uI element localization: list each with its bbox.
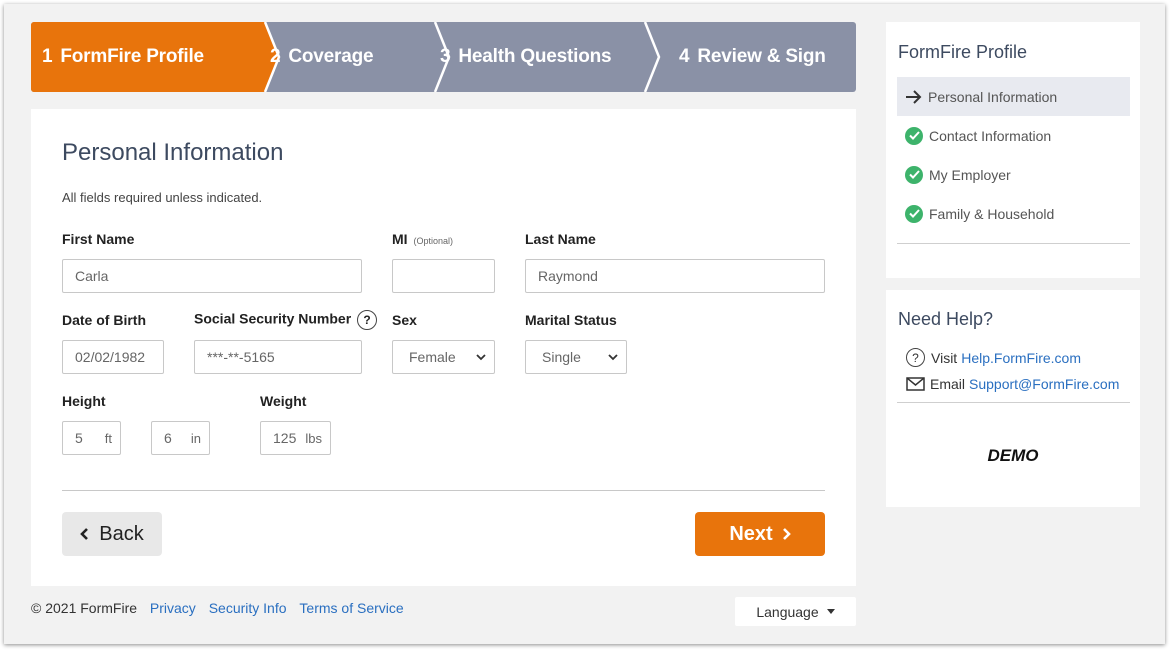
personal-info-card: Personal Information All fields required…	[31, 109, 856, 586]
height-label: Height	[62, 393, 106, 409]
copyright: © 2021 FormFire	[31, 600, 138, 616]
step-number: 2	[270, 46, 281, 67]
mi-input[interactable]	[392, 259, 495, 293]
step-coverage[interactable]: 2 Coverage	[270, 22, 374, 92]
marital-status-label: Marital Status	[525, 312, 617, 328]
inches-unit: in	[190, 431, 201, 446]
chevron-down-icon	[608, 353, 618, 360]
step-number: 3	[440, 46, 451, 67]
sidebar-item-personal-information[interactable]: Personal Information	[897, 77, 1130, 116]
chevron-down-icon	[476, 353, 486, 360]
marital-status-select[interactable]: Single	[525, 340, 627, 374]
sidebar-item-label: My Employer	[929, 166, 1011, 183]
step-label: Coverage	[288, 46, 374, 67]
ssn-label-text: Social Security Number	[194, 310, 352, 327]
required-note: All fields required unless indicated.	[62, 190, 263, 205]
sidebar-item-family-household[interactable]: Family & Household	[897, 194, 1130, 233]
weight-unit: lbs	[305, 431, 322, 446]
back-button[interactable]: Back	[62, 512, 162, 556]
next-label: Next	[729, 522, 773, 545]
mi-label-text: MI	[392, 231, 408, 247]
help-title: Need Help?	[898, 309, 994, 329]
height-feet-input[interactable]: 5 ft	[62, 421, 121, 455]
first-name-input[interactable]: Carla	[62, 259, 362, 293]
feet-unit: ft	[104, 431, 112, 446]
last-name-input[interactable]: Raymond	[525, 259, 825, 293]
optional-tag: (Optional)	[413, 236, 453, 246]
last-name-label: Last Name	[525, 231, 596, 247]
next-button[interactable]: Next	[695, 512, 825, 556]
weight-input[interactable]: 125 lbs	[260, 421, 331, 455]
question-circle-icon[interactable]: ?	[357, 310, 378, 330]
check-circle-icon	[905, 204, 923, 223]
sidebar-title: FormFire Profile	[898, 42, 1028, 62]
help-visit-row: ? Visit Help.FormFire.com	[906, 348, 1081, 367]
footer: © 2021 FormFire Privacy Security Info Te…	[31, 600, 404, 616]
sidebar-item-contact-information[interactable]: Contact Information	[897, 116, 1130, 155]
page-title: Personal Information	[62, 139, 284, 166]
help-email-row: Email Support@FormFire.com	[906, 376, 1119, 392]
ssn-input[interactable]: ***-**-5165	[194, 340, 362, 374]
sidebar-item-label: Personal Information	[928, 88, 1058, 105]
progress-stepper: 1 FormFire Profile 2 Coverage 3 Health Q…	[31, 22, 856, 92]
demo-watermark: DEMO	[987, 446, 1039, 465]
check-circle-icon	[905, 165, 923, 184]
form-divider	[62, 490, 825, 491]
sex-select-value: Female	[409, 349, 456, 365]
step-label: Health Questions	[458, 46, 612, 67]
help-divider	[897, 402, 1130, 403]
mi-label: MI (Optional)	[392, 231, 453, 247]
check-circle-icon	[905, 126, 923, 145]
weight-label: Weight	[260, 393, 307, 409]
back-label: Back	[99, 522, 144, 545]
step-review-sign[interactable]: 4 Review & Sign	[679, 22, 826, 92]
first-name-label: First Name	[62, 231, 135, 247]
step-number: 1	[42, 46, 53, 67]
dob-label: Date of Birth	[62, 312, 146, 328]
terms-link[interactable]: Terms of Service	[299, 600, 403, 616]
language-label: Language	[756, 603, 819, 620]
height-inches-input[interactable]: 6 in	[151, 421, 210, 455]
visit-prefix: Visit	[931, 349, 958, 366]
caret-down-icon	[826, 609, 835, 614]
sidebar-divider	[897, 243, 1130, 244]
sidebar-item-my-employer[interactable]: My Employer	[897, 155, 1130, 194]
height-inches-value: 6	[164, 430, 172, 446]
language-dropdown[interactable]: Language	[735, 597, 856, 626]
sidebar-item-label: Family & Household	[929, 205, 1055, 222]
marital-select-value: Single	[542, 349, 581, 365]
sex-label: Sex	[392, 312, 417, 328]
profile-sidebar: FormFire Profile Personal Information Co…	[886, 22, 1140, 278]
step-label: Review & Sign	[697, 46, 826, 67]
weight-value: 125	[273, 430, 297, 446]
height-feet-value: 5	[75, 430, 83, 446]
envelope-icon	[906, 377, 925, 391]
ssn-label: Social Security Number ?	[194, 310, 378, 330]
help-site-link[interactable]: Help.FormFire.com	[961, 350, 1081, 366]
step-divider	[643, 22, 661, 92]
security-info-link[interactable]: Security Info	[209, 600, 287, 616]
step-number: 4	[679, 46, 690, 67]
question-circle-icon: ?	[906, 348, 925, 367]
chevron-left-icon	[80, 528, 89, 540]
privacy-link[interactable]: Privacy	[150, 600, 196, 616]
step-health-questions[interactable]: 3 Health Questions	[440, 22, 612, 92]
support-email-link[interactable]: Support@FormFire.com	[969, 376, 1119, 392]
sex-select[interactable]: Female	[392, 340, 495, 374]
dob-input[interactable]: 02/02/1982	[62, 340, 164, 374]
step-label: FormFire Profile	[60, 46, 204, 67]
email-prefix: Email	[930, 376, 966, 392]
step-formfire-profile[interactable]: 1 FormFire Profile	[42, 22, 204, 92]
chevron-right-icon	[782, 528, 791, 540]
sidebar-item-label: Contact Information	[929, 127, 1052, 144]
help-panel: Need Help? ? Visit Help.FormFire.com Ema…	[886, 290, 1140, 507]
arrow-right-icon	[906, 89, 922, 104]
